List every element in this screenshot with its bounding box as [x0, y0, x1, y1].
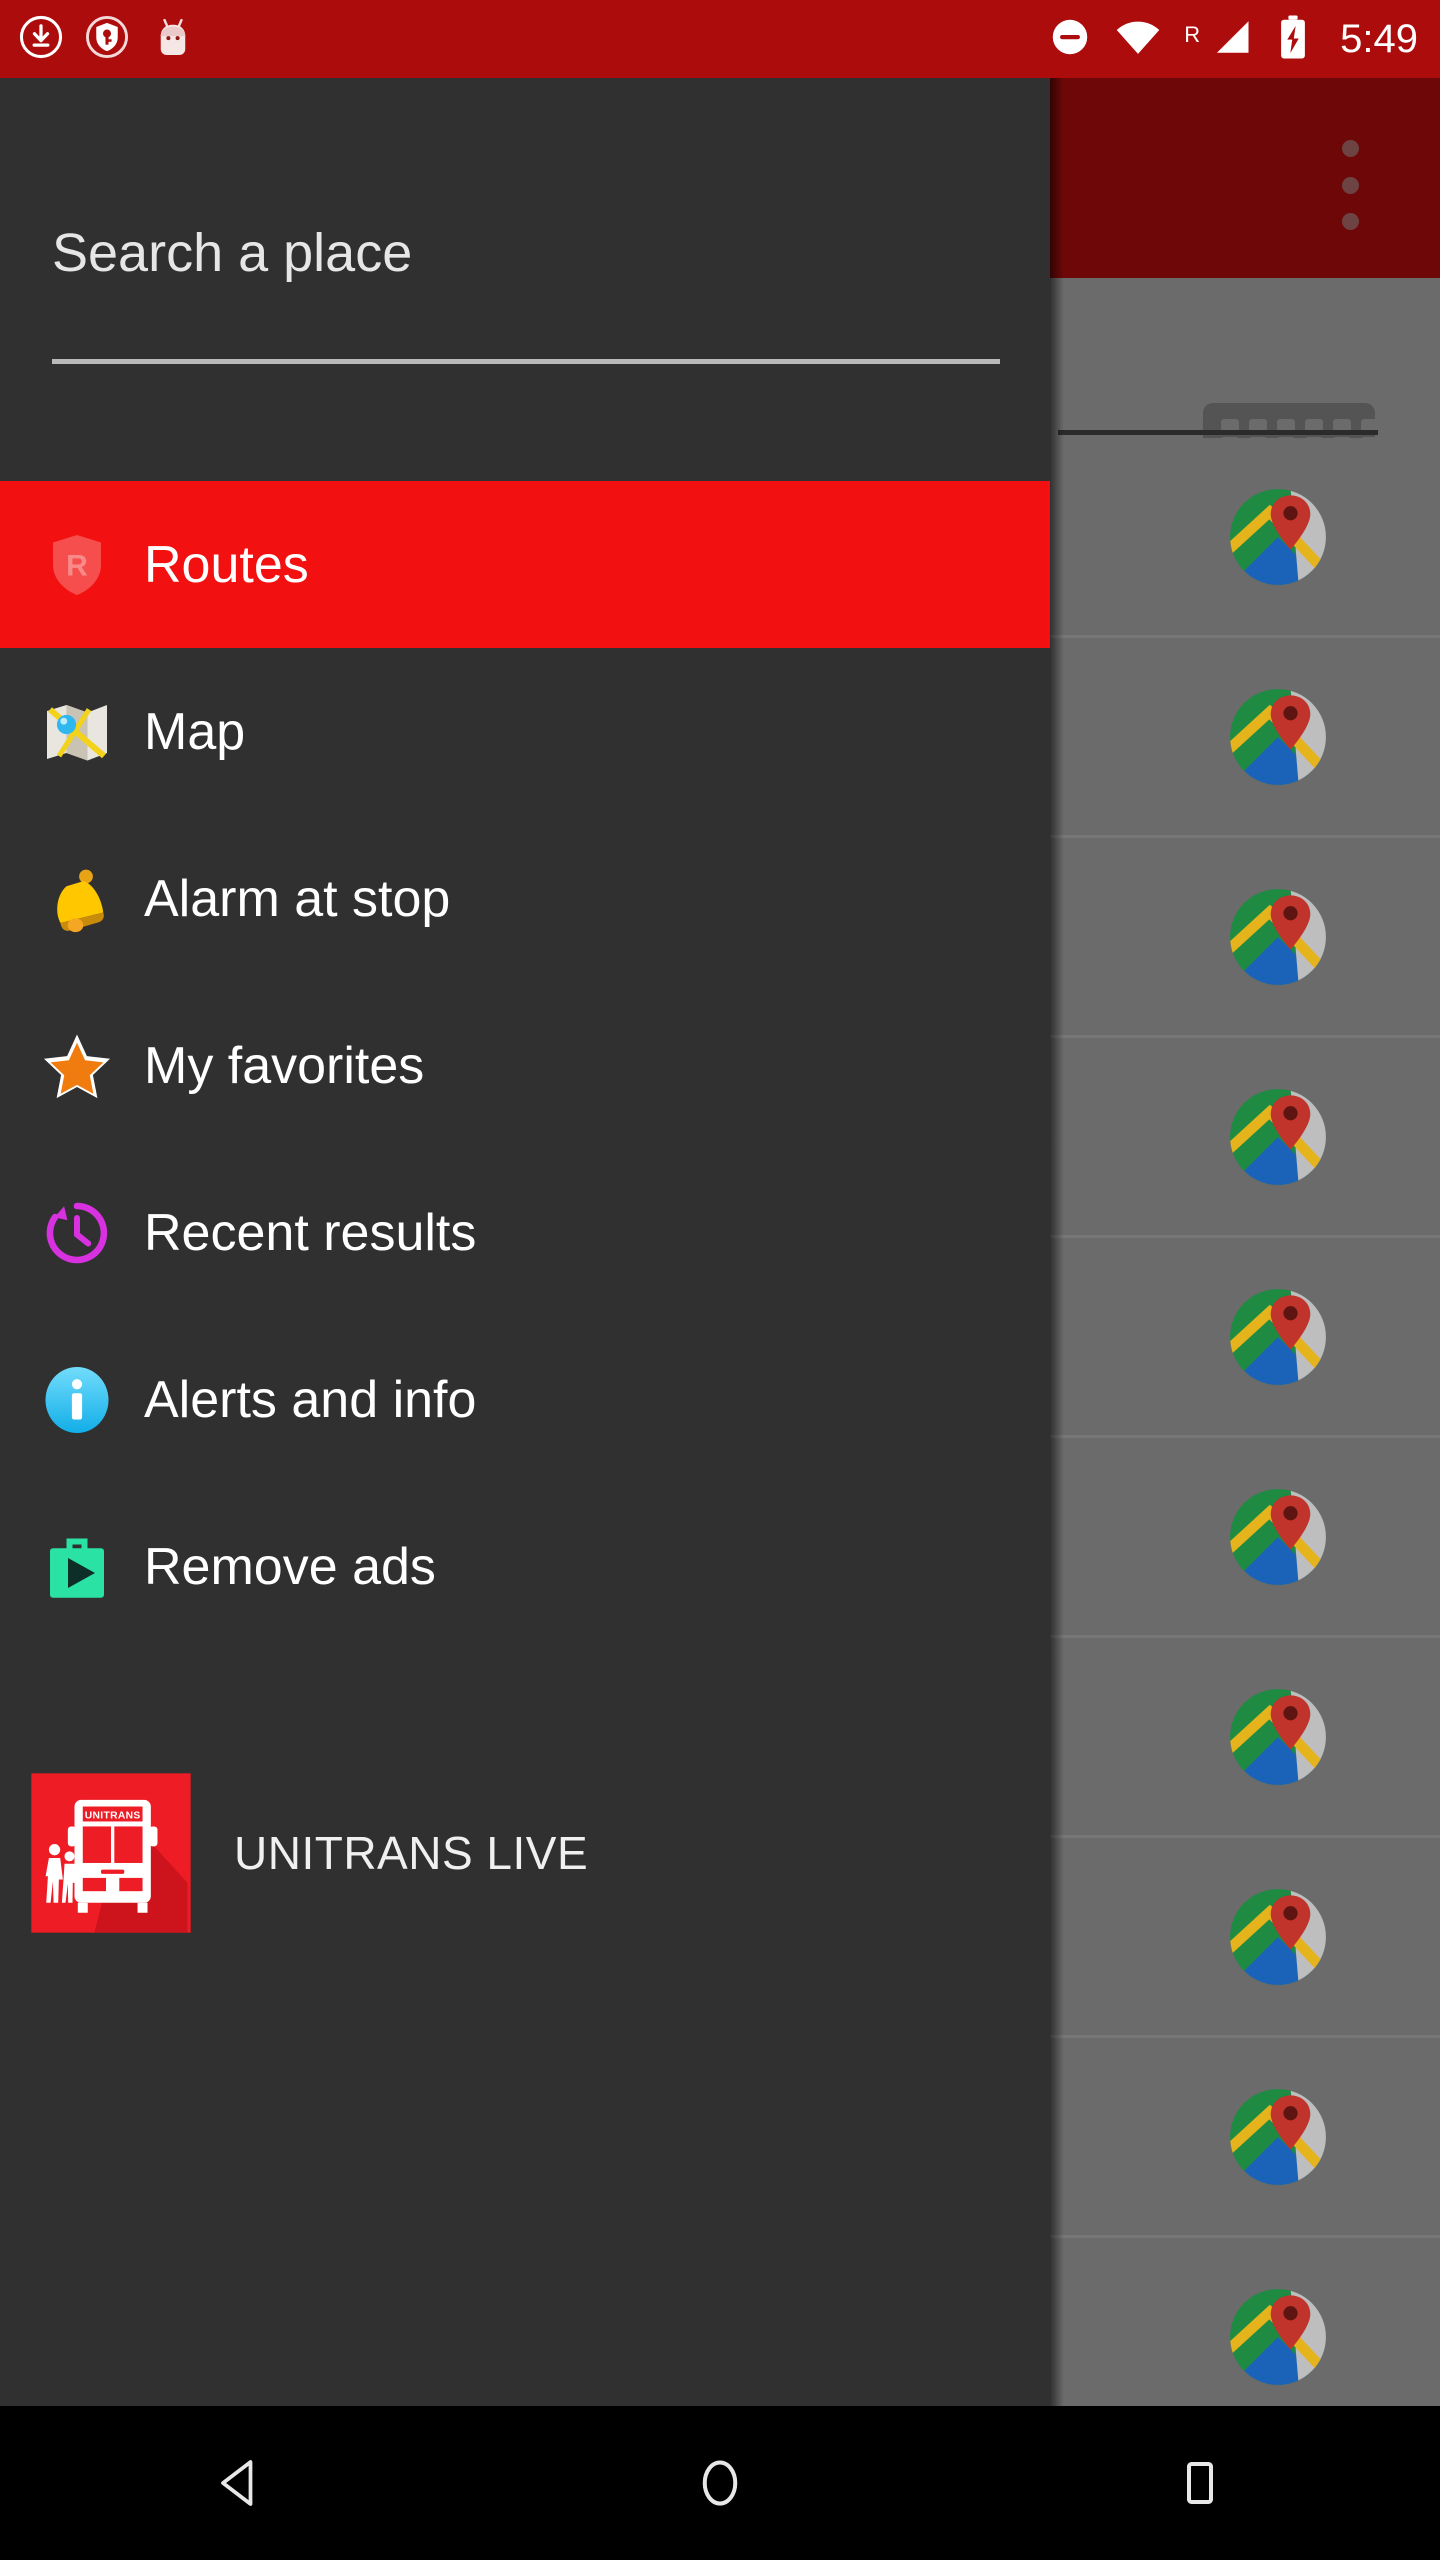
android-head-icon — [150, 14, 196, 65]
promo-label: UNITRANS LIVE — [234, 1827, 589, 1879]
search-field-divider — [1058, 430, 1378, 435]
battery-charging-icon — [1276, 14, 1310, 65]
folded-map-icon — [38, 693, 116, 771]
search-placeholder: Search a place — [52, 223, 413, 283]
triangle-back-icon — [221, 2460, 253, 2506]
drawer-item-label: My favorites — [144, 1036, 425, 1095]
info-circle-icon — [45, 1366, 109, 1433]
star-icon — [38, 1027, 116, 1105]
bell-icon — [38, 860, 116, 938]
info-circle-icon — [38, 1361, 116, 1439]
privacy-shield-icon — [84, 14, 130, 65]
status-bar: R 5:49 — [0, 0, 1440, 78]
shield-route-icon: R — [38, 526, 116, 604]
drawer-item-label: Routes — [144, 535, 309, 594]
folded-map-icon — [47, 704, 107, 760]
drawer-item-map[interactable]: Map — [0, 648, 1050, 815]
drawer-shadow — [1050, 78, 1064, 2406]
wifi-icon — [1114, 15, 1162, 64]
google-maps-pin-icon — [1230, 1488, 1326, 1585]
google-maps-pin-icon — [1230, 1088, 1326, 1185]
drawer-item-label: Alerts and info — [144, 1370, 477, 1429]
drawer-item-my-favorites[interactable]: My favorites — [0, 982, 1050, 1149]
google-maps-pin-icon — [1230, 688, 1326, 785]
navigation-drawer: Search a place MAIN FEATURES RRoutes Map… — [0, 78, 1050, 2406]
google-maps-pin-icon — [1230, 2288, 1326, 2385]
drawer-item-label: Alarm at stop — [144, 869, 451, 928]
drawer-item-alerts-and-info[interactable]: Alerts and info — [0, 1316, 1050, 1483]
drawer-item-routes[interactable]: R Routes — [0, 481, 1050, 648]
drawer-item-label: Map — [144, 702, 246, 761]
roaming-indicator: R — [1184, 21, 1201, 47]
phone-screen: Search a place MAIN FEATURES RRoutes Map… — [0, 0, 1440, 2560]
history-clock-icon — [38, 1194, 116, 1272]
back-button[interactable] — [0, 2406, 480, 2560]
history-clock-icon — [46, 1202, 108, 1263]
svg-text:R: R — [66, 549, 88, 582]
download-circle-icon — [18, 14, 64, 65]
drawer-item-label: Remove ads — [144, 1537, 436, 1596]
home-button[interactable] — [480, 2406, 960, 2560]
square-recents-icon — [1186, 2462, 1214, 2504]
do-not-disturb-icon — [1048, 15, 1092, 64]
bell-icon — [57, 869, 104, 932]
circle-home-icon — [702, 2460, 738, 2506]
drawer-item-recent-results[interactable]: Recent results — [0, 1149, 1050, 1316]
google-maps-pin-icon — [1230, 1288, 1326, 1385]
svg-text:UNITRANS: UNITRANS — [85, 1811, 141, 1822]
drawer-item-label: Recent results — [144, 1203, 477, 1262]
google-maps-pin-icon — [1230, 888, 1326, 985]
status-bar-clock: 5:49 — [1340, 17, 1418, 61]
drawer-item-remove-ads[interactable]: Remove ads — [0, 1483, 1050, 1650]
unitrans-bus-app-icon: UNITRANS — [28, 1770, 194, 1936]
google-maps-pin-icon — [1230, 488, 1326, 585]
drawer-menu-list: R Routes Map Alarm at stop My favorites R… — [0, 481, 1050, 1650]
recents-button[interactable] — [960, 2406, 1440, 2560]
shield-route-icon: R — [53, 534, 101, 595]
search-input[interactable]: Search a place — [52, 226, 1000, 280]
promo-item-unitrans-live[interactable]: UNITRANS UNITRANS LIVE — [0, 1753, 1050, 1953]
play-store-bag-icon — [38, 1528, 116, 1606]
star-icon — [44, 1034, 110, 1098]
play-store-bag-icon — [50, 1538, 104, 1598]
drawer-item-alarm-at-stop[interactable]: Alarm at stop — [0, 815, 1050, 982]
google-maps-pin-icon — [1230, 2088, 1326, 2185]
more-vert-icon[interactable] — [1320, 140, 1380, 230]
google-maps-pin-icon — [1230, 1888, 1326, 1985]
system-navigation-bar — [0, 2406, 1440, 2560]
google-maps-pin-icon — [1230, 1688, 1326, 1785]
search-underline — [52, 359, 1000, 364]
cell-signal-icon — [1210, 15, 1254, 64]
